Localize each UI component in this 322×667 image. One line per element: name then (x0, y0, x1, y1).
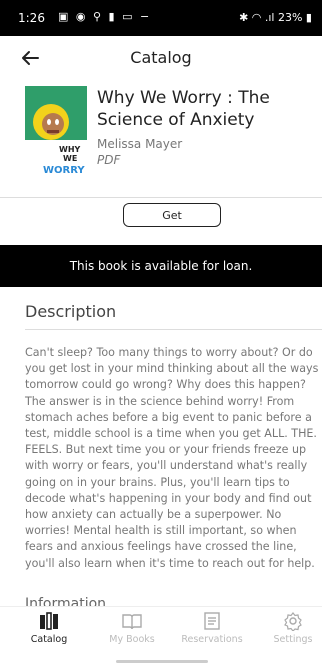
nav-settings[interactable]: Settings (253, 611, 322, 645)
book-title: Why We Worry : The Science of Anxiety (97, 88, 270, 130)
nav-settings-label: Settings (273, 634, 313, 645)
information-heading: Information (25, 596, 107, 606)
status-time: 1:26 (18, 11, 45, 25)
book-author: Melissa Mayer (97, 137, 183, 151)
get-button[interactable]: Get (123, 203, 221, 227)
book-format: PDF (97, 153, 121, 167)
divider (0, 197, 322, 198)
nav-catalog[interactable]: Catalog (9, 611, 89, 645)
page-title: Catalog (130, 48, 192, 67)
divider (25, 329, 322, 330)
nav-my-books-label: My Books (109, 634, 155, 645)
book-icon (122, 614, 142, 630)
description-text: Can't sleep? Too many things to worry ab… (25, 346, 319, 570)
book-cover-image[interactable]: WHY WE WORRY (25, 86, 87, 179)
reservations-icon (204, 612, 220, 630)
cover-text-3: WORRY (43, 165, 85, 176)
bottom-navigation: Catalog My Books Reservations Settings (0, 606, 322, 667)
nav-reservations[interactable]: Reservations (172, 611, 252, 645)
battery-level: 23% (277, 11, 303, 24)
home-indicator[interactable] (116, 660, 208, 663)
catalog-icon (40, 612, 58, 630)
availability-banner: This book is available for loan. (0, 245, 322, 287)
status-bar: 1:26 ▣ ◉ ⚲ ▮ ▭ − ✱ ◠ .ıl 23% ▮ (0, 0, 322, 36)
cover-text-1: WHY (59, 145, 81, 154)
nav-reservations-label: Reservations (181, 634, 243, 645)
app-bar: Catalog (0, 36, 322, 82)
gear-icon (284, 612, 302, 631)
nav-catalog-label: Catalog (30, 634, 68, 645)
nav-my-books[interactable]: My Books (92, 611, 172, 645)
notification-icons: ▣ ◉ ⚲ ▮ ▭ − (58, 10, 152, 23)
description-heading: Description (25, 302, 117, 321)
system-icons: ✱ ◠ .ıl 23% ▮ (239, 11, 312, 24)
cover-text-2: WE (63, 154, 77, 163)
